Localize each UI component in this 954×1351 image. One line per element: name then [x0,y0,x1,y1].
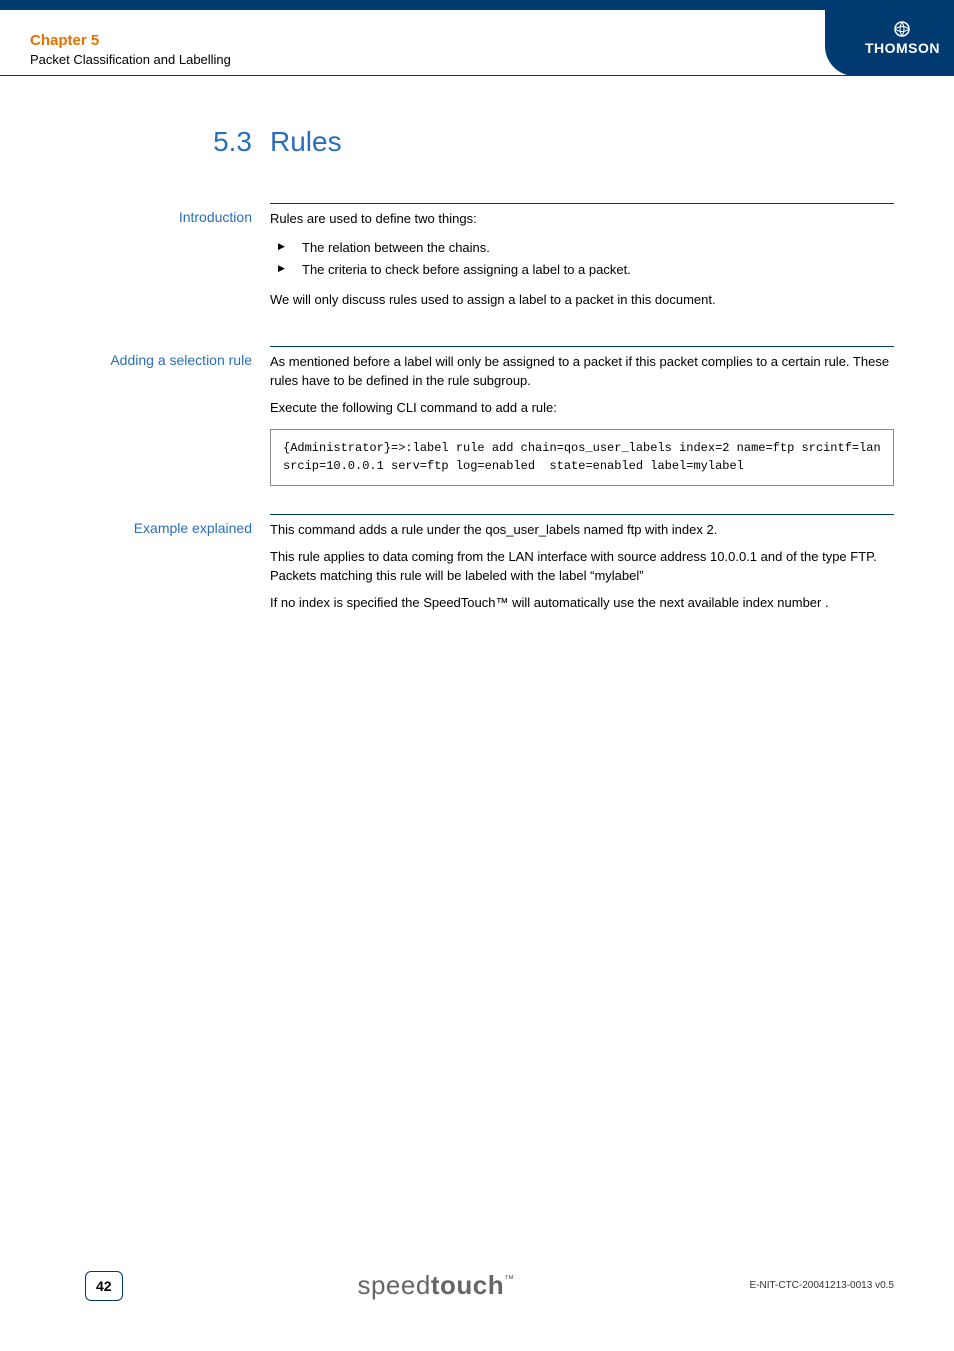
side-label-introduction: Introduction [30,203,270,318]
side-label-example: Example explained [30,514,270,620]
document-id: E-NIT-CTC-20041213-0013 v0.5 [749,1280,894,1291]
adding-paragraph-2: Execute the following CLI command to add… [270,399,894,418]
section-number: 5.3 [30,126,270,158]
globe-icon [893,20,911,38]
adding-paragraph-1: As mentioned before a label will only be… [270,353,894,391]
side-label-adding: Adding a selection rule [30,346,270,486]
section-title: 5.3 Rules [30,126,894,158]
content-area: 5.3 Rules Introduction Rules are used to… [0,76,954,621]
adding-body: As mentioned before a label will only be… [270,346,894,486]
example-section: Example explained This command adds a ru… [30,514,894,620]
page-footer: 42 speedtouch™ E-NIT-CTC-20041213-0013 v… [0,1270,954,1301]
chapter-number: Chapter 5 [30,32,924,49]
chapter-subtitle: Packet Classification and Labelling [30,52,924,67]
logo-prefix: speed [357,1270,430,1300]
introduction-section: Introduction Rules are used to define tw… [30,203,894,318]
section-heading: Rules [270,126,342,158]
logo-trademark: ™ [504,1274,515,1285]
example-paragraph-1: This command adds a rule under the qos_u… [270,521,894,540]
top-accent-bar [0,0,954,10]
intro-paragraph-1: Rules are used to define two things: [270,210,894,229]
example-body: This command adds a rule under the qos_u… [270,514,894,620]
intro-bullets: The relation between the chains. The cri… [270,237,894,281]
brand-badge: THOMSON [825,10,954,76]
page-header: Chapter 5 Packet Classification and Labe… [0,10,954,76]
list-item: The relation between the chains. [270,237,894,259]
example-paragraph-2: This rule applies to data coming from th… [270,548,894,586]
footer-logo: speedtouch™ [123,1270,750,1301]
cli-code-block: {Administrator}=>:label rule add chain=q… [270,429,894,486]
intro-paragraph-2: We will only discuss rules used to assig… [270,291,894,310]
adding-rule-section: Adding a selection rule As mentioned bef… [30,346,894,486]
brand-text: THOMSON [865,40,940,56]
example-paragraph-3: If no index is specified the SpeedTouch™… [270,594,894,613]
page-number: 42 [85,1271,123,1301]
list-item: The criteria to check before assigning a… [270,259,894,281]
logo-suffix: touch [431,1270,504,1300]
introduction-body: Rules are used to define two things: The… [270,203,894,318]
